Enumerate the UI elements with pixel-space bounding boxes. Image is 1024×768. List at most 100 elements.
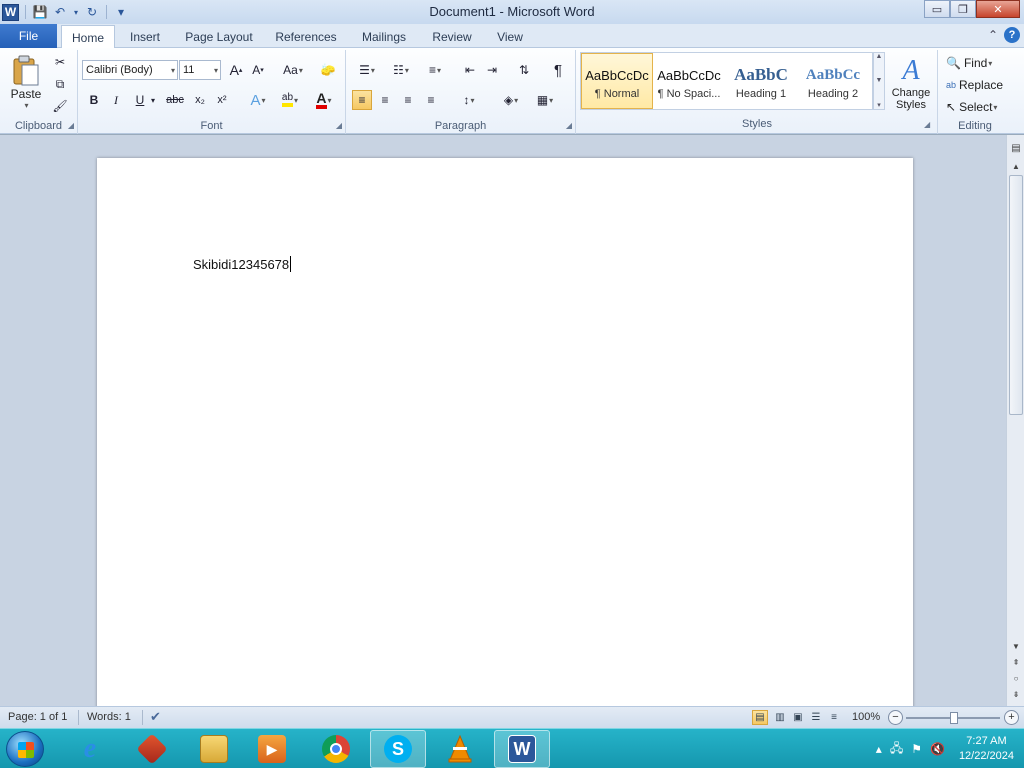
- start-button[interactable]: [6, 731, 44, 767]
- numbering-button[interactable]: ☷ ▾: [386, 60, 416, 80]
- volume-muted-icon[interactable]: 🔇: [930, 742, 945, 756]
- paste-button[interactable]: Paste ▾: [4, 52, 48, 112]
- scroll-thumb[interactable]: [1009, 175, 1023, 415]
- style-heading-2[interactable]: AaBbCc Heading 2: [797, 53, 869, 109]
- proofing-icon[interactable]: ✔: [150, 709, 161, 725]
- zoom-level[interactable]: 100%: [852, 711, 880, 723]
- increase-indent-icon[interactable]: ⇥: [482, 60, 502, 80]
- font-size-combo[interactable]: 11 ▾: [179, 60, 221, 80]
- style-heading-1[interactable]: AaBbC Heading 1: [725, 53, 797, 109]
- bullets-button[interactable]: ☰ ▾: [352, 60, 382, 80]
- chevron-up-icon[interactable]: ▲: [876, 53, 883, 60]
- zoom-slider-thumb[interactable]: [950, 712, 958, 724]
- vlc-taskbar-button[interactable]: [432, 730, 488, 768]
- shading-button[interactable]: ◈ ▾: [496, 90, 526, 110]
- undo-icon[interactable]: ↶: [52, 4, 68, 20]
- microsoft-word-taskbar-button[interactable]: W: [494, 730, 550, 768]
- scroll-down-icon[interactable]: ▼: [1007, 639, 1024, 653]
- previous-page-icon[interactable]: ⇞: [1007, 655, 1024, 669]
- save-icon[interactable]: 💾: [32, 4, 48, 20]
- red-app-taskbar-button[interactable]: [124, 730, 180, 768]
- change-styles-button[interactable]: A Change Styles: [888, 52, 934, 114]
- show-hidden-icons-icon[interactable]: ▴: [876, 742, 882, 756]
- minimize-button[interactable]: ▭: [924, 0, 950, 18]
- paste-dropdown-icon[interactable]: ▾: [24, 101, 28, 110]
- decrease-indent-icon[interactable]: ⇤: [460, 60, 480, 80]
- justify-icon[interactable]: ≡: [421, 90, 441, 110]
- replace-button[interactable]: ab Replace: [946, 76, 1003, 94]
- document-page[interactable]: Skibidi12345678: [97, 158, 913, 706]
- undo-dropdown-icon[interactable]: ▾: [72, 4, 80, 20]
- change-case-button[interactable]: Aa ▾: [280, 60, 306, 80]
- font-launcher-icon[interactable]: ◢: [336, 121, 342, 130]
- subscript-button[interactable]: x₂: [190, 90, 210, 110]
- format-painter-icon[interactable]: 🖌: [50, 96, 70, 116]
- ruler-toggle-icon[interactable]: ▤: [1007, 141, 1024, 155]
- chrome-taskbar-button[interactable]: [308, 730, 364, 768]
- clock[interactable]: 7:27 AM 12/22/2024: [959, 734, 1014, 764]
- cut-icon[interactable]: ✂: [50, 52, 70, 72]
- align-left-icon[interactable]: ≡: [352, 90, 372, 110]
- style-normal[interactable]: AaBbCcDc ¶ Normal: [581, 53, 653, 109]
- customize-qat-icon[interactable]: ▾: [113, 4, 129, 20]
- bold-button[interactable]: B: [84, 90, 104, 110]
- italic-button[interactable]: I: [106, 90, 126, 110]
- text-effects-button[interactable]: A ▾: [244, 90, 272, 110]
- align-right-icon[interactable]: ≡: [398, 90, 418, 110]
- select-button[interactable]: ↖ Select ▾: [946, 98, 997, 116]
- outline-icon[interactable]: ☰: [808, 710, 824, 725]
- underline-button[interactable]: U: [130, 90, 150, 110]
- word-count[interactable]: Words: 1: [87, 711, 131, 723]
- copy-icon[interactable]: ⧉: [50, 74, 70, 94]
- internet-explorer-taskbar-button[interactable]: e: [62, 730, 118, 768]
- gallery-more-icon[interactable]: ▾: [877, 101, 881, 109]
- align-center-icon[interactable]: ≡: [375, 90, 395, 110]
- grow-font-button[interactable]: A ▴: [226, 60, 246, 80]
- styles-launcher-icon[interactable]: ◢: [924, 120, 930, 129]
- clipboard-launcher-icon[interactable]: ◢: [68, 121, 74, 130]
- tab-view[interactable]: View: [490, 25, 530, 48]
- web-layout-icon[interactable]: ▣: [790, 710, 806, 725]
- chevron-down-icon[interactable]: ▼: [876, 77, 883, 84]
- underline-dropdown-icon[interactable]: ▾: [148, 90, 158, 110]
- line-spacing-button[interactable]: ↕ ▾: [454, 90, 484, 110]
- tab-insert[interactable]: Insert: [122, 25, 168, 48]
- sort-icon[interactable]: ⇅: [514, 60, 534, 80]
- skype-taskbar-button[interactable]: S: [370, 730, 426, 768]
- tab-page-layout[interactable]: Page Layout: [180, 25, 258, 48]
- show-formatting-marks-icon[interactable]: ¶: [548, 60, 568, 80]
- close-button[interactable]: ✕: [976, 0, 1020, 18]
- print-layout-icon[interactable]: ▤: [752, 710, 768, 725]
- zoom-out-button[interactable]: −: [888, 710, 903, 725]
- redo-icon[interactable]: ↻: [84, 4, 100, 20]
- superscript-button[interactable]: x²: [212, 90, 232, 110]
- style-no-spacing[interactable]: AaBbCcDc ¶ No Spaci...: [653, 53, 725, 109]
- borders-button[interactable]: ▦ ▾: [530, 90, 560, 110]
- font-family-combo[interactable]: Calibri (Body) ▾: [82, 60, 178, 80]
- shrink-font-button[interactable]: A ▾: [248, 60, 268, 80]
- multilevel-list-button[interactable]: ≡ ▾: [420, 60, 450, 80]
- tab-file[interactable]: File: [0, 24, 57, 48]
- select-browse-object-icon[interactable]: ○: [1007, 671, 1024, 685]
- network-icon[interactable]: 🖧: [890, 739, 903, 760]
- next-page-icon[interactable]: ⇟: [1007, 687, 1024, 701]
- tab-mailings[interactable]: Mailings: [355, 25, 413, 48]
- scroll-up-icon[interactable]: ▲: [1007, 159, 1024, 173]
- clear-formatting-icon[interactable]: 🧽: [318, 60, 338, 80]
- action-center-flag-icon[interactable]: ⚑: [911, 742, 922, 756]
- draft-icon[interactable]: ≡: [826, 710, 842, 725]
- tab-references[interactable]: References: [270, 25, 342, 48]
- page-count[interactable]: Page: 1 of 1: [8, 711, 67, 723]
- strikethrough-button[interactable]: abc: [164, 90, 186, 110]
- document-body[interactable]: Skibidi12345678: [193, 256, 292, 272]
- find-button[interactable]: 🔍 Find ▾: [946, 54, 992, 72]
- zoom-in-button[interactable]: +: [1004, 710, 1019, 725]
- help-icon[interactable]: ?: [1004, 27, 1020, 43]
- word-app-icon[interactable]: W: [2, 3, 19, 21]
- minimize-ribbon-icon[interactable]: ⌃: [988, 28, 998, 42]
- restore-button[interactable]: ❐: [950, 0, 976, 18]
- tab-review[interactable]: Review: [426, 25, 478, 48]
- font-color-button[interactable]: A ▾: [310, 90, 338, 110]
- full-screen-reading-icon[interactable]: ▥: [772, 710, 788, 725]
- paragraph-launcher-icon[interactable]: ◢: [566, 121, 572, 130]
